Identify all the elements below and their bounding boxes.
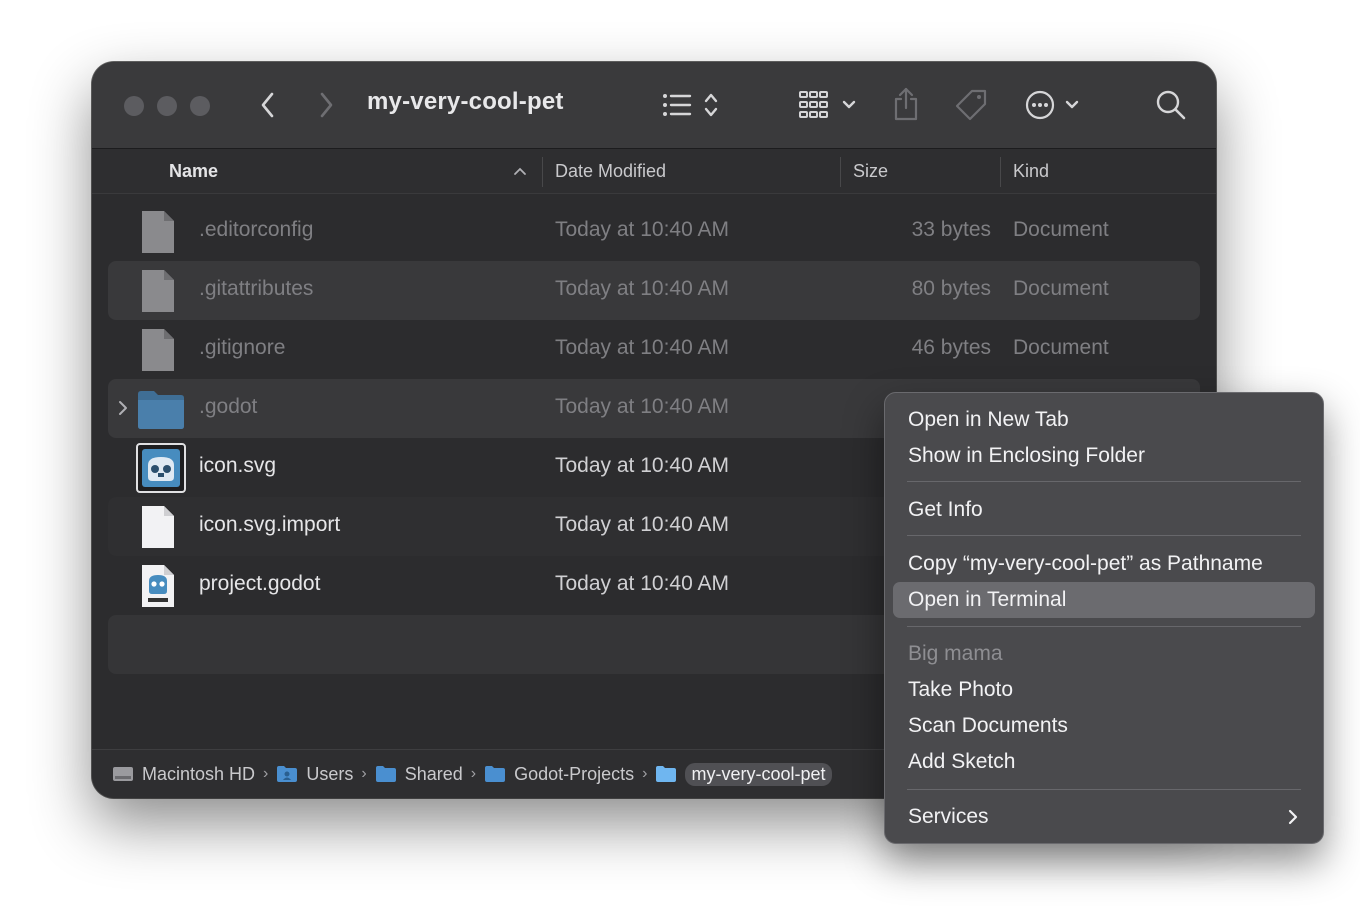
path-item-users[interactable]: Users <box>276 764 353 785</box>
menu-separator <box>907 481 1301 482</box>
group-button[interactable] <box>798 90 858 120</box>
generic-document-icon <box>142 270 174 312</box>
action-menu-button[interactable] <box>1024 88 1088 122</box>
path-item-godot-projects[interactable]: Godot-Projects <box>484 764 634 785</box>
column-divider[interactable] <box>542 157 543 187</box>
chevron-left-icon <box>261 92 274 118</box>
chevron-right-icon <box>320 92 333 118</box>
menu-item-open-in-terminal[interactable]: Open in Terminal <box>893 582 1315 618</box>
generic-document-icon <box>142 329 174 371</box>
list-view-button[interactable] <box>660 90 724 120</box>
path-separator-icon: › <box>470 765 477 782</box>
menu-item-take-photo[interactable]: Take Photo <box>893 672 1315 708</box>
menu-item-services[interactable]: Services <box>893 799 1315 835</box>
menu-section-header-big-mama: Big mama <box>908 642 1003 665</box>
path-separator-icon: › <box>361 765 367 782</box>
search-button[interactable] <box>1154 88 1188 122</box>
window-title: my-very-cool-pet <box>367 88 564 115</box>
name-column-header[interactable]: Name <box>169 161 218 182</box>
hard-drive-icon <box>113 767 133 781</box>
file-date: Today at 10:40 AM <box>555 454 729 477</box>
file-size: 80 bytes <box>911 277 991 300</box>
file-name: icon.svg.import <box>199 513 341 536</box>
folder-icon <box>656 766 677 782</box>
folder-icon <box>375 766 396 782</box>
file-row[interactable]: .gitignore Today at 10:40 AM 46 bytes Do… <box>108 320 1200 379</box>
file-name: .godot <box>199 395 258 418</box>
file-row[interactable]: .gitattributes Today at 10:40 AM 80 byte… <box>108 261 1200 320</box>
folder-icon <box>138 391 184 429</box>
tag-icon <box>955 89 987 121</box>
file-date: Today at 10:40 AM <box>555 277 729 300</box>
menu-item-open-in-new-tab[interactable]: Open in New Tab <box>893 402 1315 438</box>
ellipsis-circle-icon <box>1025 90 1079 120</box>
file-name: .gitignore <box>199 336 286 359</box>
menu-item-add-sketch[interactable]: Add Sketch <box>893 744 1315 780</box>
sort-ascending-icon[interactable] <box>513 166 527 176</box>
godot-svg-icon <box>136 443 186 493</box>
menu-item-scan-documents[interactable]: Scan Documents <box>893 708 1315 744</box>
file-kind: Document <box>1013 336 1109 359</box>
zoom-window-button[interactable] <box>190 96 210 116</box>
file-name: .gitattributes <box>199 277 314 300</box>
users-folder-icon <box>277 766 298 782</box>
back-button[interactable] <box>254 90 282 120</box>
path-item-my-very-cool-pet[interactable]: my-very-cool-pet <box>655 762 832 786</box>
list-view-icon <box>663 93 718 117</box>
file-kind: Document <box>1013 277 1109 300</box>
date-modified-column-header[interactable]: Date Modified <box>555 161 666 182</box>
file-size: 33 bytes <box>911 218 991 241</box>
menu-item-get-info[interactable]: Get Info <box>893 492 1315 528</box>
submenu-chevron-icon <box>1288 809 1298 825</box>
file-date: Today at 10:40 AM <box>555 395 729 418</box>
file-name: icon.svg <box>199 454 277 477</box>
kind-column-header[interactable]: Kind <box>1013 161 1049 182</box>
path-separator-icon: › <box>642 765 648 782</box>
blank-document-icon <box>142 506 174 548</box>
column-divider[interactable] <box>1000 157 1001 187</box>
disclosure-chevron-icon[interactable] <box>116 398 130 418</box>
menu-item-show-in-enclosing-folder[interactable]: Show in Enclosing Folder <box>893 438 1315 474</box>
path-item-macintosh-hd[interactable]: Macintosh HD <box>112 764 255 785</box>
path-separator-icon: › <box>263 765 269 782</box>
share-icon <box>894 87 918 121</box>
file-row[interactable]: .editorconfig Today at 10:40 AM 33 bytes… <box>108 202 1200 261</box>
file-date: Today at 10:40 AM <box>555 513 729 536</box>
forward-button[interactable] <box>312 90 340 120</box>
menu-separator <box>907 789 1301 790</box>
menu-item-copy-as-pathname[interactable]: Copy “my-very-cool-pet” as Pathname <box>893 546 1315 582</box>
menu-separator <box>907 626 1301 627</box>
column-header: Name Date Modified Size Kind <box>92 149 1216 194</box>
tag-button[interactable] <box>954 88 988 122</box>
share-button[interactable] <box>891 86 921 122</box>
file-date: Today at 10:40 AM <box>555 218 729 241</box>
file-kind: Document <box>1013 218 1109 241</box>
toolbar: my-very-cool-pet <box>92 62 1216 149</box>
file-size: 46 bytes <box>911 336 991 359</box>
file-date: Today at 10:40 AM <box>555 336 729 359</box>
file-date: Today at 10:40 AM <box>555 572 729 595</box>
context-menu: Open in New Tab Show in Enclosing Folder… <box>884 392 1324 844</box>
file-name: project.godot <box>199 572 321 595</box>
path-item-shared[interactable]: Shared <box>375 764 463 785</box>
generic-document-icon <box>142 211 174 253</box>
chevron-down-icon <box>842 100 856 109</box>
size-column-header[interactable]: Size <box>853 161 888 182</box>
menu-separator <box>907 535 1301 536</box>
folder-icon <box>485 766 506 782</box>
minimize-window-button[interactable] <box>157 96 177 116</box>
file-name: .editorconfig <box>199 218 314 241</box>
grid-icon <box>799 91 856 118</box>
close-window-button[interactable] <box>124 96 144 116</box>
godot-project-icon <box>142 565 174 607</box>
search-icon <box>1156 90 1186 120</box>
column-divider[interactable] <box>840 157 841 187</box>
